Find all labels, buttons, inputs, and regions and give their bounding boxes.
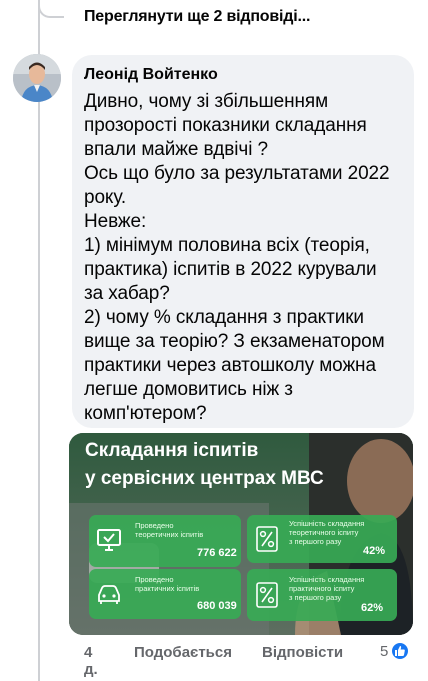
like-button[interactable]: Подобається [134, 644, 232, 661]
percent-icon [256, 526, 278, 552]
avatar-photo [13, 54, 61, 102]
attachment-title: Складання іспитів у сервісних центрах МВ… [85, 440, 324, 489]
thread-line [38, 0, 40, 681]
stat-label: Проведено теоретичних іспитів [135, 521, 204, 539]
stat-value: 62% [361, 602, 384, 614]
stat-card-practice-count: Проведено практичних іспитів 680 039 [89, 569, 241, 619]
stat-card-theory-success: Успішність складання теоретичного іспиту… [247, 515, 397, 563]
comment-timestamp[interactable]: 4 д. [84, 644, 98, 678]
comment-bubble: Леонід Войтенко Дивно, чому зі збільшенн… [72, 55, 414, 428]
avatar[interactable] [13, 54, 61, 102]
view-more-replies-link[interactable]: Переглянути ще 2 відповіді... [84, 8, 310, 26]
comment-attachment-image[interactable]: Складання іспитів у сервісних центрах МВ… [69, 433, 413, 635]
comment-text: Дивно, чому зі збільшенням прозорості по… [84, 91, 390, 424]
stat-value: 680 039 [197, 600, 237, 612]
monitor-check-icon [97, 529, 121, 551]
reply-button[interactable]: Відповісти [262, 644, 343, 661]
stat-value: 776 622 [197, 547, 237, 559]
stat-card-practice-success: Успішність складання практичного іспиту … [247, 569, 397, 621]
thread-connector [38, 0, 64, 18]
reaction-count: 5 [380, 642, 389, 660]
thumbs-up-icon [390, 641, 411, 661]
stat-label: Успішність складання практичного іспиту … [289, 575, 365, 602]
stat-label: Проведено практичних іспитів [135, 575, 200, 593]
comment-author[interactable]: Леонід Войтенко [84, 65, 402, 85]
stat-value: 42% [363, 545, 386, 557]
stat-card-theory-count: Проведено теоретичних іспитів 776 622 [89, 515, 241, 567]
percent-icon [256, 582, 278, 608]
reaction-summary[interactable]: 5 [380, 641, 411, 661]
stat-label: Успішність складання теоретичного іспиту… [289, 519, 365, 546]
car-icon [98, 585, 120, 604]
